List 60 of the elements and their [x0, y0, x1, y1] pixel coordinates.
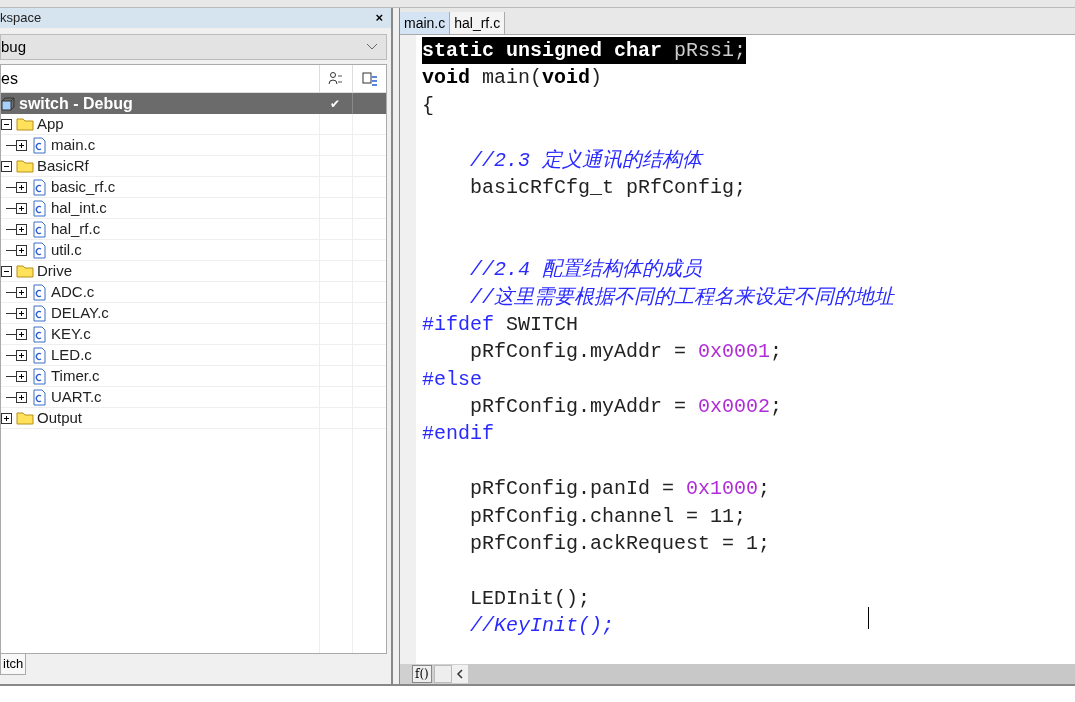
folder-label[interactable]: Drive — [37, 259, 72, 283]
expand-icon[interactable] — [16, 391, 27, 403]
c-file-icon — [33, 346, 46, 364]
expand-icon[interactable] — [16, 328, 27, 340]
c-file-icon — [33, 241, 46, 259]
c-file-icon — [33, 388, 46, 406]
expand-icon[interactable] — [16, 181, 27, 193]
file-label[interactable]: LED.c — [51, 343, 92, 367]
configuration-dropdown[interactable]: bug — [0, 34, 387, 60]
file-tab[interactable]: hal_rf.c — [450, 12, 506, 34]
c-file-icon — [33, 283, 46, 301]
workspace-tab[interactable]: itch — [0, 654, 27, 675]
binary-file-icon[interactable] — [361, 70, 378, 87]
file-label[interactable]: Timer.c — [51, 364, 100, 388]
folder-label[interactable]: Output — [37, 406, 83, 430]
column-header: es — [1, 68, 19, 89]
close-icon[interactable]: × — [375, 8, 383, 28]
c-file-icon — [33, 220, 46, 238]
c-file-icon — [33, 199, 46, 217]
expand-icon[interactable] — [16, 244, 27, 256]
c-file-icon — [33, 136, 46, 154]
expand-icon[interactable] — [1, 412, 12, 424]
chevron-down-icon — [366, 43, 378, 51]
file-label[interactable]: DELAY.c — [51, 301, 109, 325]
folder-icon — [16, 159, 34, 173]
file-tab[interactable]: main.c — [400, 12, 451, 34]
c-file-icon — [33, 178, 46, 196]
file-label[interactable]: KEY.c — [51, 322, 91, 346]
c-file-icon — [33, 325, 46, 343]
file-label[interactable]: main.c — [51, 133, 96, 157]
check-mark: ✔ — [330, 95, 341, 113]
horizontal-scrollbar[interactable] — [467, 664, 1075, 684]
function-button[interactable]: f() — [412, 665, 432, 683]
file-label[interactable]: util.c — [51, 238, 82, 262]
expand-icon[interactable] — [16, 202, 27, 214]
collapse-icon[interactable] — [1, 160, 12, 172]
c-file-icon — [33, 304, 46, 322]
text-cursor-icon — [868, 607, 869, 629]
folder-icon — [16, 264, 34, 278]
c-file-icon — [33, 367, 46, 385]
expand-icon[interactable] — [16, 370, 27, 382]
file-label[interactable]: UART.c — [51, 385, 102, 409]
file-label[interactable]: hal_rf.c — [51, 217, 101, 241]
file-label[interactable]: basic_rf.c — [51, 175, 116, 199]
people-icon[interactable] — [327, 70, 344, 87]
folder-label[interactable]: App — [37, 112, 64, 136]
expand-icon[interactable] — [16, 307, 27, 319]
expand-icon[interactable] — [16, 139, 27, 151]
expand-icon[interactable] — [16, 286, 27, 298]
collapse-icon[interactable] — [1, 118, 12, 130]
collapse-icon[interactable] — [1, 265, 12, 277]
panel-title: kspace — [0, 9, 42, 28]
project-cube-icon — [1, 96, 15, 111]
expand-icon[interactable] — [16, 223, 27, 235]
file-label[interactable]: hal_int.c — [51, 196, 107, 220]
folder-icon — [16, 411, 34, 425]
folder-label[interactable]: BasicRf — [37, 154, 89, 178]
folder-icon — [16, 117, 34, 131]
file-label[interactable]: ADC.c — [51, 280, 95, 304]
expand-icon[interactable] — [16, 349, 27, 361]
